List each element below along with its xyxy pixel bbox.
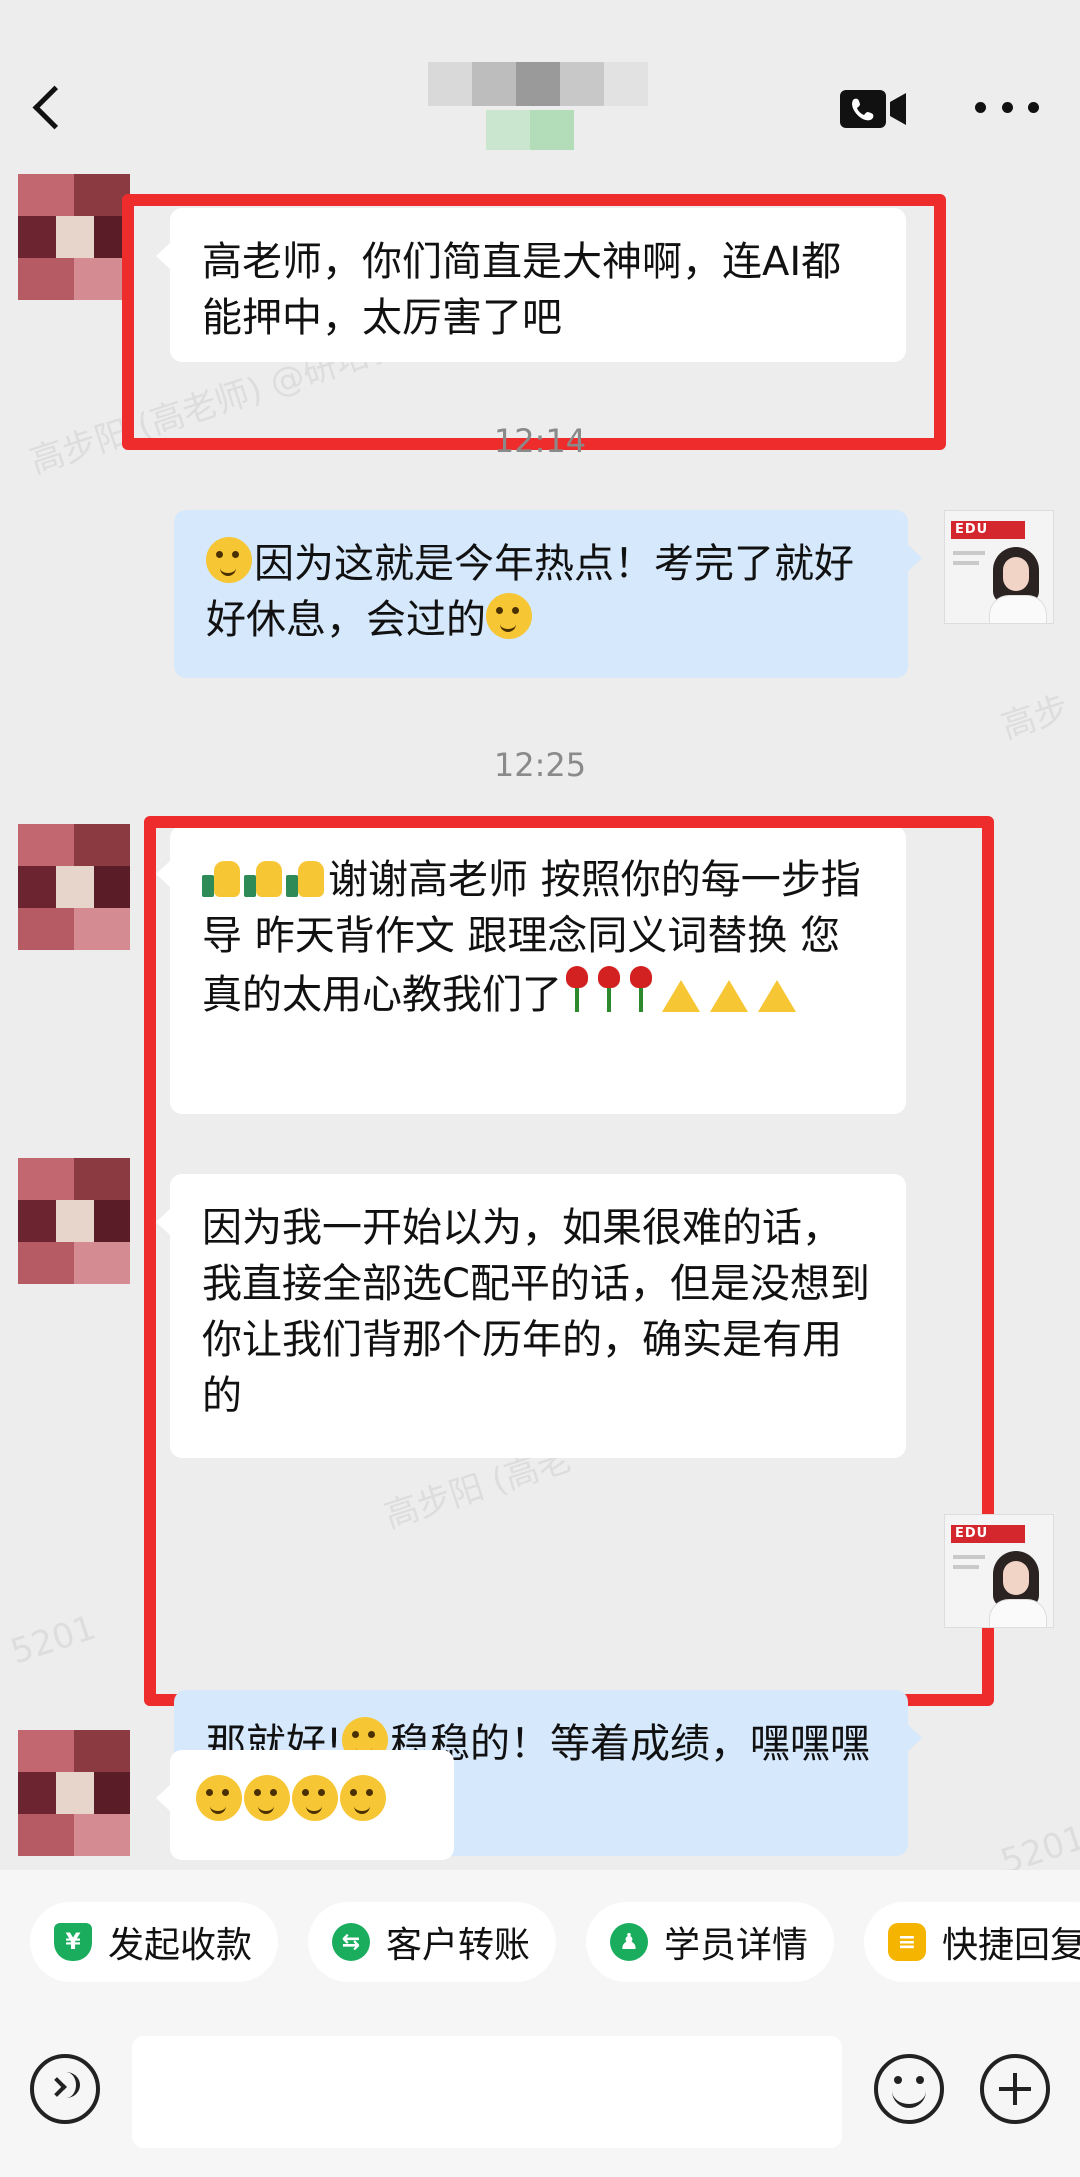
more-button[interactable] <box>975 95 1039 119</box>
chip-label: 客户转账 <box>386 1925 531 1966</box>
chip-label: 快捷回复 <box>942 1925 1080 1966</box>
video-call-button[interactable] <box>838 86 910 132</box>
smirk-face-icon <box>196 1775 242 1821</box>
video-call-icon <box>840 90 906 128</box>
message-bubble[interactable] <box>156 1750 454 1860</box>
highlight-box <box>122 194 946 450</box>
avatar[interactable] <box>18 1730 130 1856</box>
avatar[interactable]: EDU <box>944 1514 1054 1628</box>
smirk-face-icon <box>340 1775 386 1821</box>
quick-action-collect-payment[interactable]: ¥ 发起收款 <box>30 1902 279 1982</box>
emoji-button[interactable] <box>874 2054 944 2124</box>
more-dot <box>1028 101 1039 113</box>
message-text: 稳稳的！等着成绩，嘿嘿嘿 <box>390 1721 871 1767</box>
transfer-icon: ⇆ <box>332 1923 370 1961</box>
voice-input-button[interactable] <box>30 2054 100 2124</box>
chip-label: 发起收款 <box>108 1925 253 1966</box>
avatar[interactable] <box>18 174 130 300</box>
avatar[interactable] <box>18 824 130 950</box>
avatar[interactable]: EDU <box>944 510 1054 624</box>
more-actions-button[interactable] <box>980 2054 1050 2124</box>
student-icon: ♟ <box>610 1923 648 1961</box>
back-button[interactable] <box>18 72 78 142</box>
blush-face-icon <box>486 593 532 639</box>
chat-header <box>0 0 1080 170</box>
quick-action-bar: ¥ 发起收款 ⇆ 客户转账 ♟ 学员详情 ≡ 快捷回复 <box>0 1870 1080 2010</box>
message-bubble[interactable]: 因为这就是今年热点！考完了就好好休息，会过的 <box>174 510 922 678</box>
more-dot <box>1001 101 1013 113</box>
watermark: 高步 <box>996 688 1074 748</box>
timestamp: 12:14 <box>493 422 587 460</box>
quick-action-student-details[interactable]: ♟ 学员详情 <box>586 1902 835 1982</box>
timestamp: 12:25 <box>493 746 587 784</box>
smirk-face-icon <box>206 537 252 583</box>
quick-action-quick-reply[interactable]: ≡ 快捷回复 <box>864 1902 1080 1982</box>
chip-label: 学员详情 <box>664 1925 809 1966</box>
chat-area[interactable]: 高步阳 (高老师) @研培教育 高步阳 (高老 高步 5201 5201 高老师… <box>0 170 1080 1882</box>
smirk-face-icon <box>292 1775 338 1821</box>
quick-action-customer-transfer[interactable]: ⇆ 客户转账 <box>308 1902 557 1982</box>
quick-reply-icon: ≡ <box>888 1923 926 1961</box>
avatar[interactable] <box>18 1158 130 1284</box>
smirk-face-icon <box>244 1775 290 1821</box>
more-dot <box>975 101 986 113</box>
shield-yen-icon: ¥ <box>54 1923 92 1961</box>
input-bar <box>0 2010 1080 2177</box>
highlight-box <box>144 816 994 1706</box>
brand-logo: EDU <box>951 1525 1025 1543</box>
watermark: 5201 <box>5 1607 101 1673</box>
message-input[interactable] <box>132 2036 842 2148</box>
message-text: 因为这就是今年热点！考完了就好好休息，会过的 <box>206 541 854 643</box>
brand-logo: EDU <box>951 521 1025 539</box>
chat-title <box>428 62 648 154</box>
